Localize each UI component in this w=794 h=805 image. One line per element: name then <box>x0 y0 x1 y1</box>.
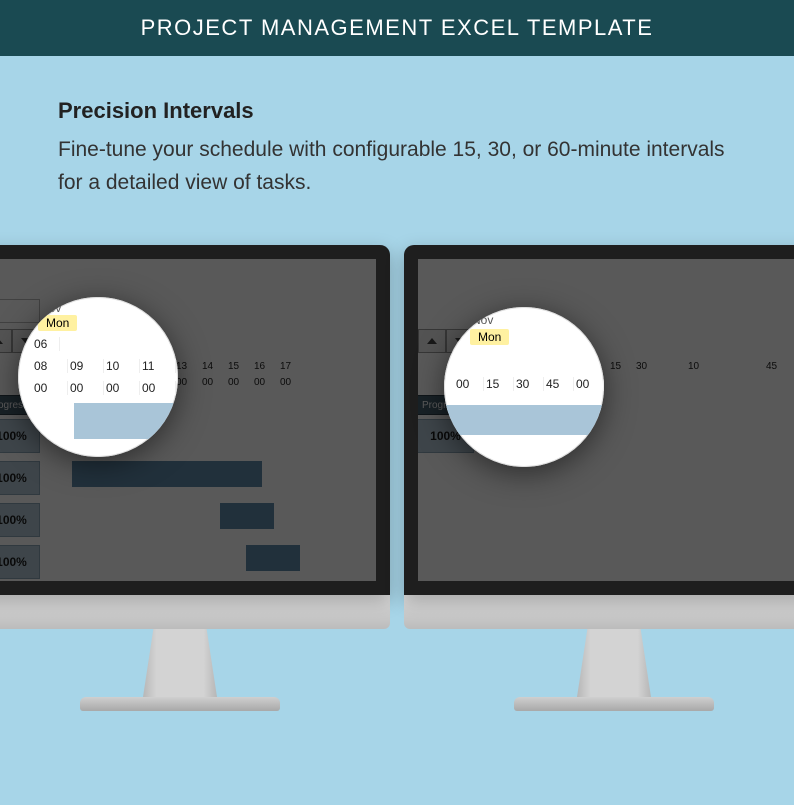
progress-cell: 100% <box>0 461 40 495</box>
banner-title: PROJECT MANAGEMENT EXCEL TEMPLATE <box>141 15 654 41</box>
hour-cell: 16 <box>254 361 280 375</box>
mag-cell: 30 <box>514 377 544 391</box>
monitor-neck <box>577 629 651 697</box>
copy-body: Fine-tune your schedule with configurabl… <box>58 134 736 199</box>
hour-cell <box>740 361 766 375</box>
mag-cell: 00 <box>32 381 68 395</box>
hour-cell: 10 <box>688 361 714 375</box>
mag-cell: 11 <box>140 359 176 373</box>
mag-cell: 00 <box>454 377 484 391</box>
monitor-neck <box>143 629 217 697</box>
mag-cell: 06 <box>32 337 60 351</box>
mag-day: Mon <box>470 329 509 345</box>
mag-day: Mon <box>38 315 77 331</box>
mag-cell: 00 <box>68 381 104 395</box>
top-banner: PROJECT MANAGEMENT EXCEL TEMPLATE <box>0 0 794 56</box>
progress-cell: 100% <box>0 545 40 579</box>
progress-cell: 100% <box>0 503 40 537</box>
hour-cell: 15 <box>610 361 636 375</box>
hour-cell <box>662 361 688 375</box>
mag-cell: 08 <box>32 359 68 373</box>
mag-gantt-bar <box>74 403 178 439</box>
spin-up-2[interactable] <box>418 329 446 353</box>
hour-cell: 17 <box>280 361 306 375</box>
mag-cell: 00 <box>104 381 140 395</box>
copy-title: Precision Intervals <box>58 94 736 128</box>
monitor-chin <box>404 595 794 629</box>
mag-month: Nov <box>472 313 493 327</box>
mag-cell: 10 <box>104 359 140 373</box>
gantt-bar <box>72 461 262 487</box>
mag-gantt-bar <box>444 405 604 435</box>
minute-cell: 00 <box>176 377 202 391</box>
monitor-base <box>80 697 280 711</box>
monitor-left: 0 Nov Mon 08 09 10 11 12 13 14 <box>0 245 390 711</box>
hour-cell: 14 <box>202 361 228 375</box>
hour-cell: 13 <box>176 361 202 375</box>
hour-cell: 15 <box>228 361 254 375</box>
mag-cell: 45 <box>544 377 574 391</box>
hour-cell: 45 <box>766 361 792 375</box>
minute-cell: 00 <box>254 377 280 391</box>
screen-bezel: Nov Mon 00 00 15 30 10 45 <box>404 245 794 595</box>
mag-cell: 09 <box>68 359 104 373</box>
minute-cell: 00 <box>228 377 254 391</box>
monitors: 0 Nov Mon 08 09 10 11 12 13 14 <box>0 245 794 805</box>
gantt-bar <box>246 545 300 571</box>
minute-cell: 00 <box>280 377 306 391</box>
monitor-right: Nov Mon 00 00 15 30 10 45 <box>404 245 794 711</box>
mag-cell: 00 <box>574 377 604 391</box>
gantt-bar <box>220 503 274 529</box>
mag-cell: 15 <box>484 377 514 391</box>
minute-cell: 00 <box>202 377 228 391</box>
magnifier-right: Nov Mon 00 15 30 45 00 <box>444 307 604 467</box>
hour-cell <box>714 361 740 375</box>
magnifier-left: Nov Mon 06 08 09 10 11 00 00 00 <box>18 297 178 457</box>
mag-month: Nov <box>40 301 61 315</box>
monitor-base <box>514 697 714 711</box>
screen-bezel: 0 Nov Mon 08 09 10 11 12 13 14 <box>0 245 390 595</box>
monitor-chin <box>0 595 390 629</box>
marketing-copy: Precision Intervals Fine-tune your sched… <box>0 56 794 199</box>
hour-cell: 30 <box>636 361 662 375</box>
spin-up-1[interactable] <box>0 329 12 353</box>
mag-cell: 00 <box>140 381 176 395</box>
